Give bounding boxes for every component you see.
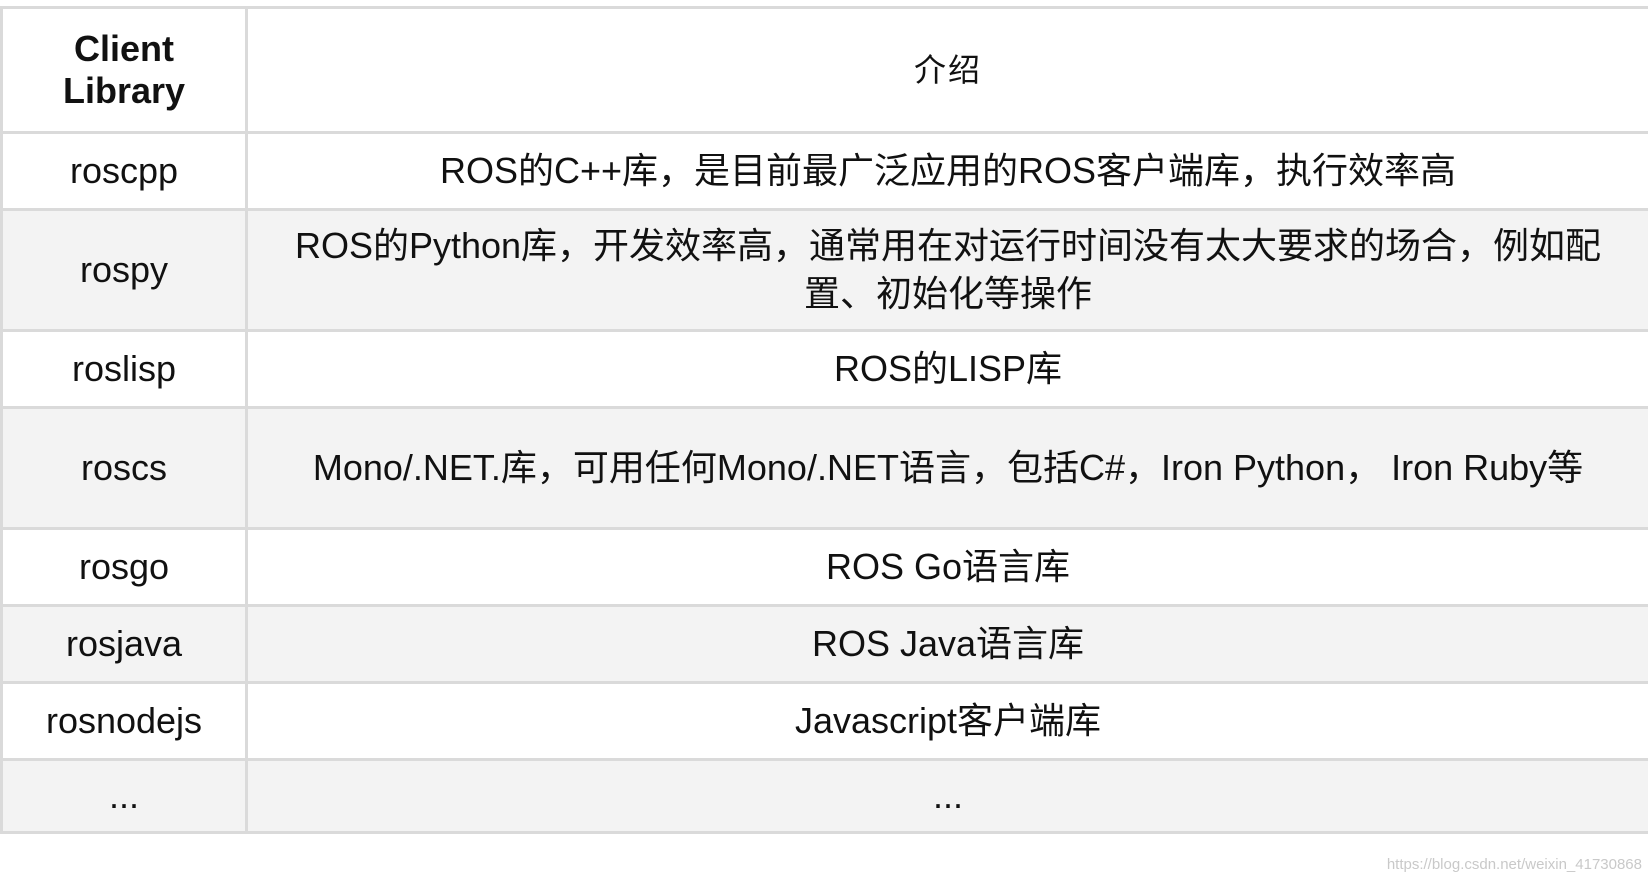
library-description-cell: Mono/.NET.库，可用任何Mono/.NET语言，包括C#，Iron Py… [245,406,1648,530]
library-name-cell: roscpp [0,131,248,211]
table-row: rosgo ROS Go语言库 [0,527,1648,607]
client-library-table-container: Client Library 介绍 roscpp ROS的C++库，是目前最广泛… [0,6,1648,834]
table-row: roslisp ROS的LISP库 [0,329,1648,409]
client-library-table: Client Library 介绍 roscpp ROS的C++库，是目前最广泛… [0,6,1648,834]
library-description-cell: Javascript客户端库 [245,681,1648,761]
table-header-row: Client Library 介绍 [0,6,1648,134]
table-row: rosnodejs Javascript客户端库 [0,681,1648,761]
library-description-cell: ROS的Python库，开发效率高，通常用在对运行时间没有太大要求的场合，例如配… [245,208,1648,332]
library-description-cell: ROS Go语言库 [245,527,1648,607]
library-name-cell: roscs [0,406,248,530]
library-name-cell: ... [0,758,248,834]
library-name-cell: roslisp [0,329,248,409]
table-row: rosjava ROS Java语言库 [0,604,1648,684]
table-row: ... ... [0,758,1648,834]
table-row: roscpp ROS的C++库，是目前最广泛应用的ROS客户端库，执行效率高 [0,131,1648,211]
header-description: 介绍 [245,6,1648,134]
library-name-cell: rospy [0,208,248,332]
table-row: rospy ROS的Python库，开发效率高，通常用在对运行时间没有太大要求的… [0,208,1648,332]
library-description-cell: ... [245,758,1648,834]
library-description-cell: ROS Java语言库 [245,604,1648,684]
library-name-cell: rosjava [0,604,248,684]
library-description-cell: ROS的C++库，是目前最广泛应用的ROS客户端库，执行效率高 [245,131,1648,211]
table-row: roscs Mono/.NET.库，可用任何Mono/.NET语言，包括C#，I… [0,406,1648,530]
header-client-library: Client Library [0,6,248,134]
library-name-cell: rosnodejs [0,681,248,761]
library-name-cell: rosgo [0,527,248,607]
library-description-cell: ROS的LISP库 [245,329,1648,409]
watermark-text: https://blog.csdn.net/weixin_41730868 [1386,856,1642,873]
